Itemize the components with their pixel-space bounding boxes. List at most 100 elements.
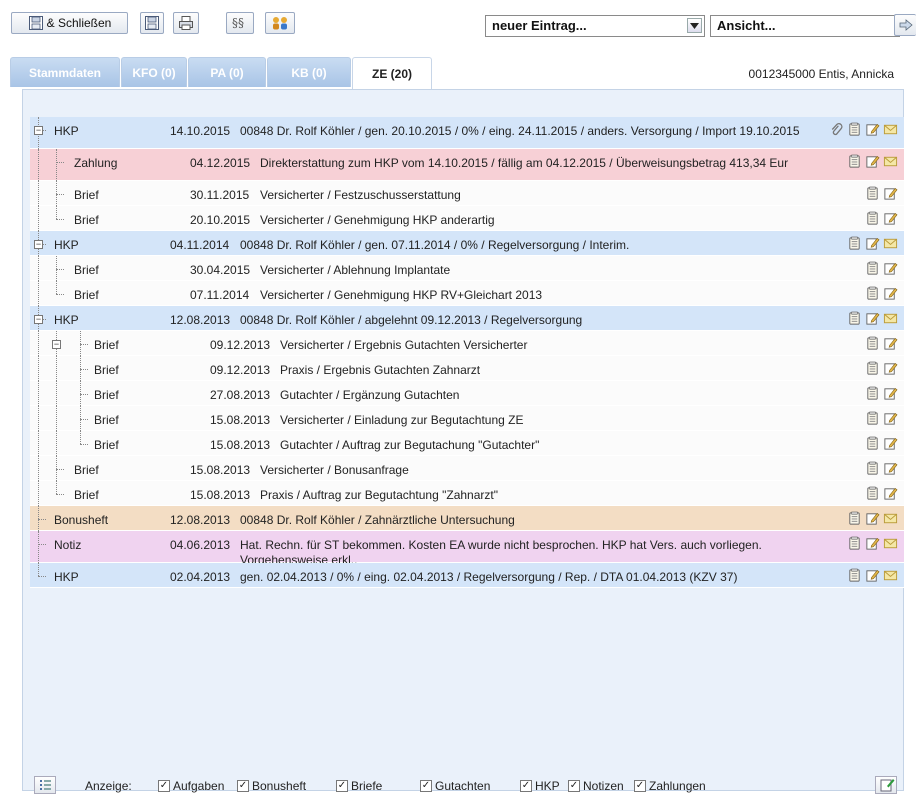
navigate-button[interactable] [894,14,916,36]
checkbox[interactable]: ✓ [420,780,432,792]
tree-row[interactable]: Brief 15.08.2013 Versicherter / Einladung … [30,406,904,431]
tree-row[interactable]: Brief 15.08.2013 Praxis / Auftrag zur Begu… [30,481,904,506]
tree-row[interactable]: Brief 30.11.2015 Versicherter / Festzuschu… [30,181,904,206]
mail-icon[interactable] [883,536,898,551]
notepad-icon[interactable] [847,154,862,169]
edit-icon[interactable] [865,311,880,326]
print-button[interactable] [173,12,199,34]
list-view-button[interactable] [34,776,56,794]
edit-icon[interactable] [865,154,880,169]
checkbox[interactable]: ✓ [158,780,170,792]
tree-row[interactable]: − Brief 09.12.2013 Versicherter / Ergebnis … [30,331,904,356]
row-actions [847,568,898,583]
filter-aufgaben[interactable]: ✓ Aufgaben [158,779,224,793]
tree-row[interactable]: − HKP 14.10.2015 00848 Dr. Rolf Köhler / ge… [30,117,904,149]
notepad-icon[interactable] [847,236,862,251]
tab-kb[interactable]: KB (0) [267,57,351,87]
notepad-icon[interactable] [865,461,880,476]
notepad-icon[interactable] [847,122,862,137]
filter-bonusheft[interactable]: ✓ Bonusheft [237,779,306,793]
edit-icon[interactable] [865,122,880,137]
collapse-toggle-icon[interactable]: − [34,240,43,249]
tree-row[interactable]: HKP 02.04.2013 gen. 02.04.2013 / 0% / eing… [30,563,904,588]
tree-row[interactable]: − HKP 12.08.2013 00848 Dr. Rolf Köhler / ab… [30,306,904,331]
filter-briefe[interactable]: ✓ Briefe [336,779,382,793]
edit-new-button[interactable] [875,776,897,794]
checkbox[interactable]: ✓ [237,780,249,792]
edit-icon[interactable] [883,486,898,501]
edit-icon[interactable] [883,411,898,426]
tree-row[interactable]: Zahlung 04.12.2015 Direkterstattung zum HK… [30,149,904,181]
paperclip-icon[interactable] [829,122,844,137]
tab-kfo[interactable]: KFO (0) [121,57,187,87]
notepad-icon[interactable] [865,211,880,226]
mail-icon[interactable] [883,154,898,169]
paragraph-button[interactable]: §§ [226,12,254,34]
users-button[interactable] [265,12,295,34]
tree-row[interactable]: Brief 09.12.2013 Praxis / Ergebnis Gutacht… [30,356,904,381]
edit-icon[interactable] [883,436,898,451]
filter-zahlungen[interactable]: ✓ Zahlungen [634,779,706,793]
notepad-icon[interactable] [865,261,880,276]
tab-ze[interactable]: ZE (20) [352,57,432,89]
tree-row[interactable]: Brief 20.10.2015 Versicherter / Genehmigun… [30,206,904,231]
notepad-icon[interactable] [847,568,862,583]
checkbox[interactable]: ✓ [520,780,532,792]
tree-row[interactable]: Brief 15.08.2013 Versicherter / Bonusanfra… [30,456,904,481]
notepad-icon[interactable] [865,286,880,301]
tree-row[interactable]: Brief 07.11.2014 Versicherter / Genehmigun… [30,281,904,306]
tab-pa[interactable]: PA (0) [188,57,266,87]
edit-icon[interactable] [883,386,898,401]
notepad-icon[interactable] [865,486,880,501]
edit-icon[interactable] [883,186,898,201]
mail-icon[interactable] [883,511,898,526]
mail-icon[interactable] [883,311,898,326]
checkbox[interactable]: ✓ [634,780,646,792]
tree-row[interactable]: Notiz 04.06.2013 Hat. Rechn. für ST bekomm… [30,531,904,567]
edit-icon[interactable] [883,211,898,226]
mail-icon[interactable] [883,568,898,583]
view-select[interactable]: Ansicht... [710,15,900,37]
notepad-icon[interactable] [865,361,880,376]
collapse-toggle-icon[interactable]: − [34,126,43,135]
edit-icon[interactable] [883,336,898,351]
edit-icon[interactable] [865,511,880,526]
tree-connector [38,519,46,520]
notepad-icon[interactable] [865,186,880,201]
checkbox[interactable]: ✓ [336,780,348,792]
save-button[interactable] [140,12,164,34]
tree-row[interactable]: Brief 30.04.2015 Versicherter / Ablehnung … [30,256,904,281]
edit-icon[interactable] [883,261,898,276]
mail-icon[interactable] [883,236,898,251]
checkbox[interactable]: ✓ [568,780,580,792]
chevron-down-icon[interactable] [687,18,702,33]
notepad-icon[interactable] [847,511,862,526]
save-close-button[interactable]: & Schließen [11,12,128,34]
filter-notizen[interactable]: ✓ Notizen [568,779,624,793]
tree-row[interactable]: − HKP 04.11.2014 00848 Dr. Rolf Köhler / ge… [30,231,904,256]
edit-icon[interactable] [883,461,898,476]
tree-row[interactable]: Brief 27.08.2013 Gutachter / Ergänzung Gut… [30,381,904,406]
edit-icon[interactable] [865,536,880,551]
collapse-toggle-icon[interactable]: − [52,340,61,349]
tree-connector [56,381,57,406]
notepad-icon[interactable] [865,411,880,426]
entry-date: 15.08.2013 [190,463,251,477]
notepad-icon[interactable] [847,311,862,326]
edit-icon[interactable] [865,236,880,251]
tree-row[interactable]: Brief 15.08.2013 Gutachter / Auftrag zur B… [30,431,904,456]
edit-icon[interactable] [883,361,898,376]
notepad-icon[interactable] [865,336,880,351]
tab-stammdaten[interactable]: Stammdaten [10,57,120,87]
notepad-icon[interactable] [847,536,862,551]
edit-icon[interactable] [865,568,880,583]
new-entry-select[interactable]: neuer Eintrag... [485,15,705,37]
filter-gutachten[interactable]: ✓ Gutachten [420,779,490,793]
edit-icon[interactable] [883,286,898,301]
notepad-icon[interactable] [865,436,880,451]
mail-icon[interactable] [883,122,898,137]
notepad-icon[interactable] [865,386,880,401]
collapse-toggle-icon[interactable]: − [34,315,43,324]
tree-row[interactable]: Bonusheft 12.08.2013 00848 Dr. Rolf Köhler… [30,506,904,531]
filter-hkp[interactable]: ✓ HKP [520,779,560,793]
